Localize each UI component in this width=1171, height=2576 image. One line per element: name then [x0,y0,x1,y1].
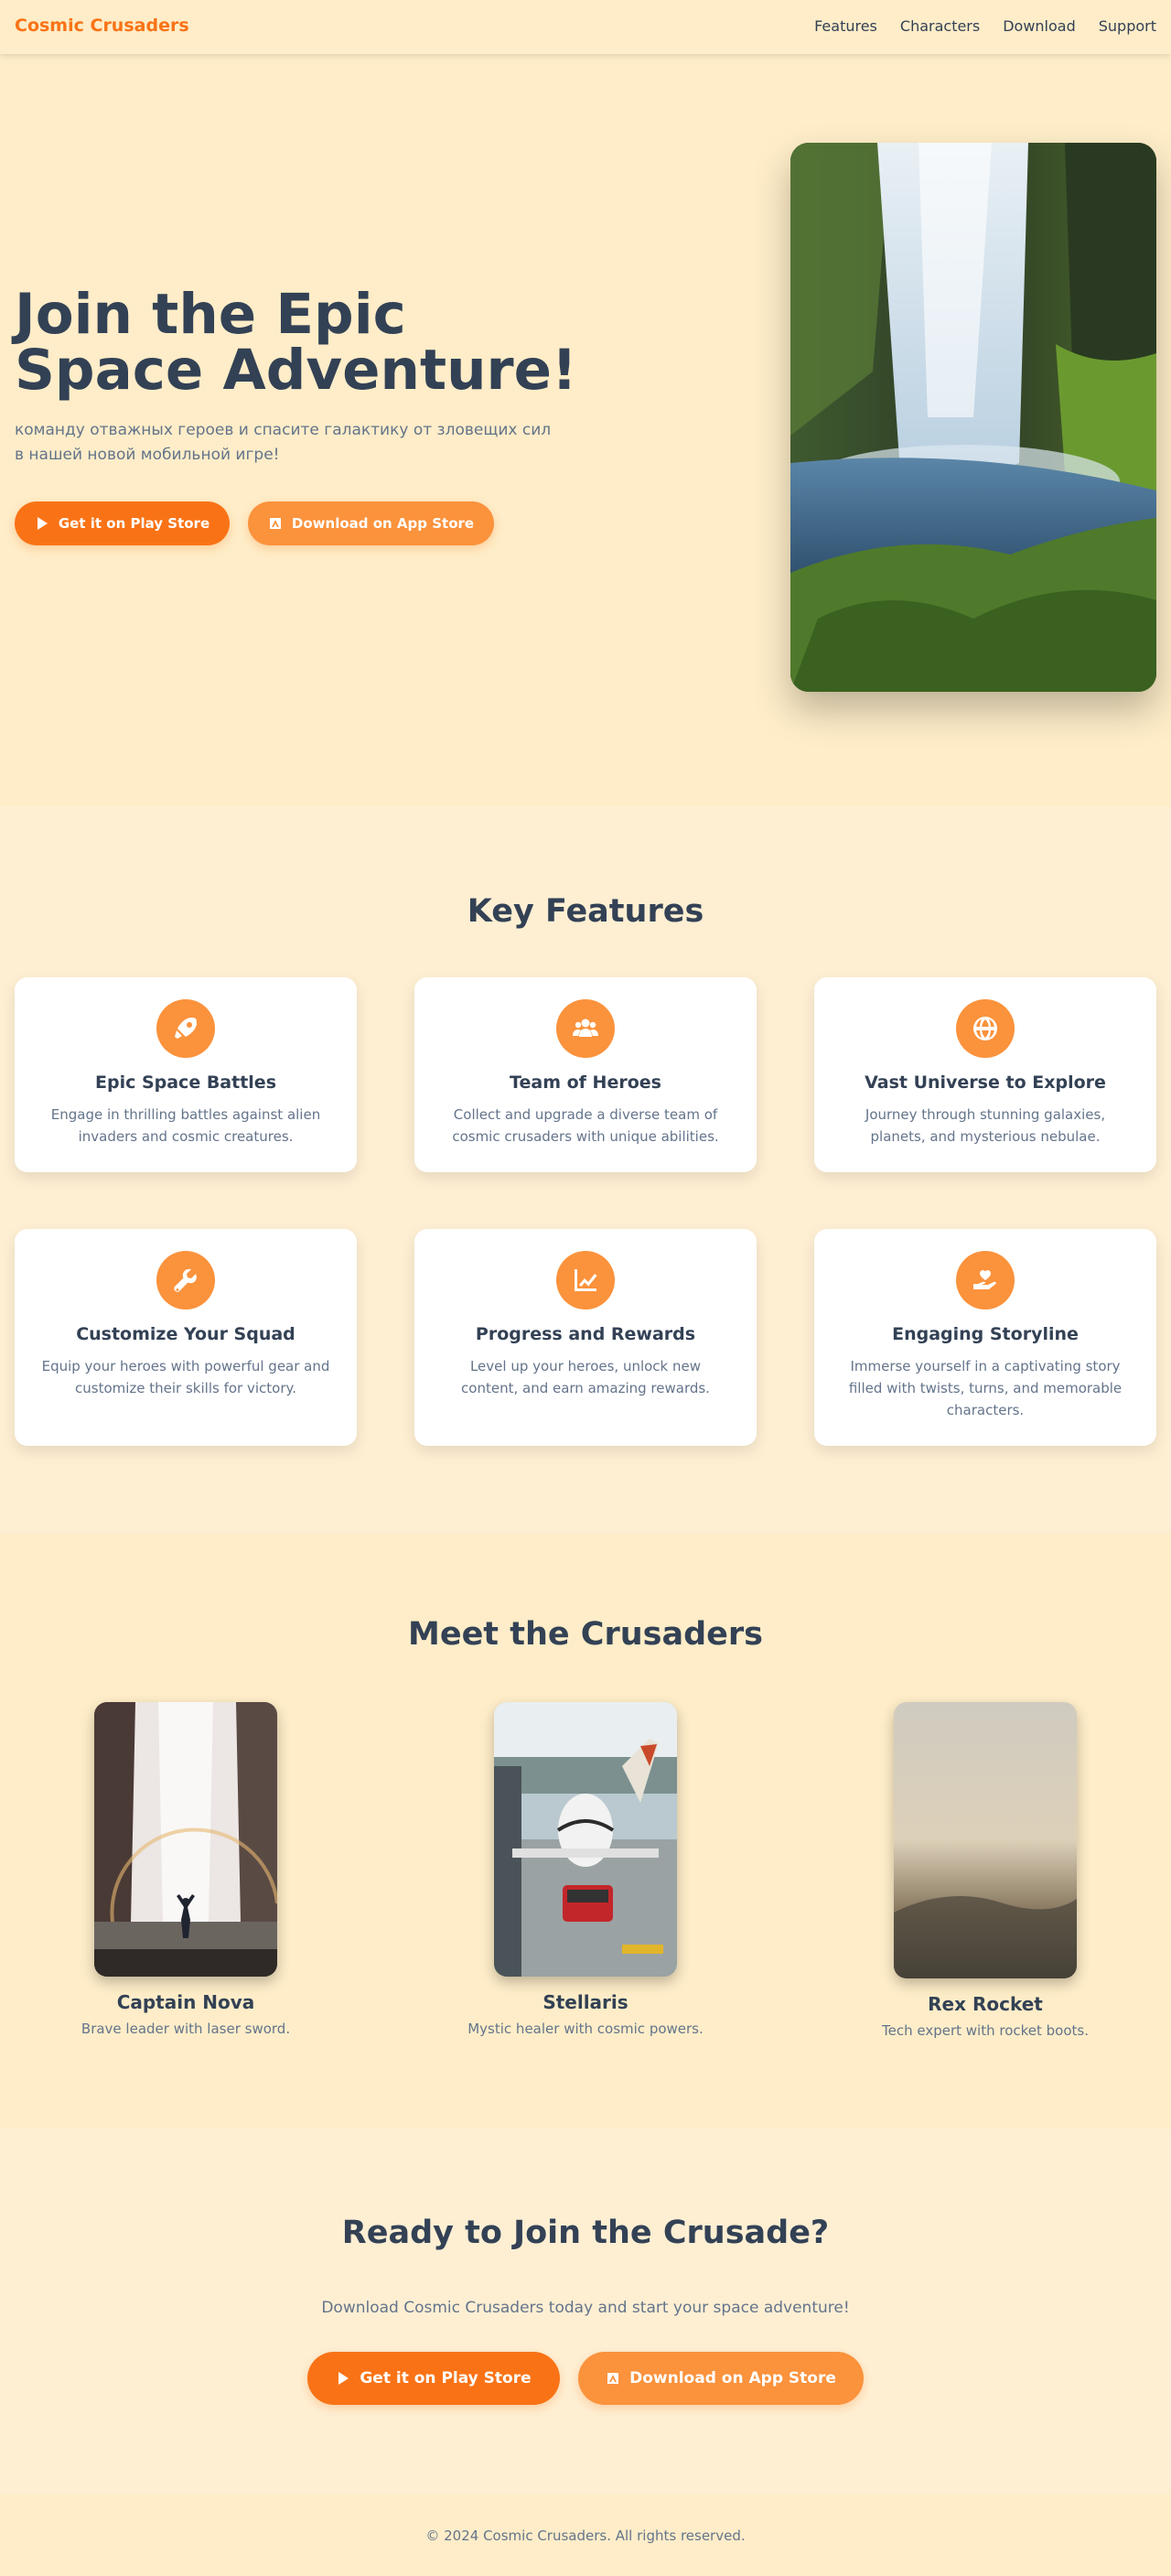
app-store-icon [269,518,281,529]
brand-logo[interactable]: Cosmic Crusaders [15,16,189,36]
hero-play-store-button[interactable]: Get it on Play Store [15,501,230,545]
feature-desc: Journey through stunning galaxies, plane… [865,1106,1106,1145]
feature-desc: Collect and upgrade a diverse team of co… [452,1106,719,1145]
cta-subtitle: Download Cosmic Crusaders today and star… [321,2299,850,2317]
hero-title: Join the Epic Space Adventure! [15,282,577,403]
cta-play-store-label: Get it on Play Store [360,2369,532,2387]
waterfall-picture [790,143,1156,692]
hero-app-store-button[interactable]: Download on App Store [248,501,494,545]
nav-link-support[interactable]: Support [1099,17,1156,35]
globe-icon [956,999,1015,1058]
rocket-icon [156,999,215,1058]
play-icon [37,517,48,530]
feature-card: Team of Heroes Collect and upgrade a div… [414,977,757,1172]
airplane-picture [494,1702,677,1977]
feature-title: Vast Universe to Explore [865,1072,1106,1093]
cta-section: Ready to Join the Crusade? Download Cosm… [0,2129,1171,2495]
captain-nova-image [94,1702,277,1977]
features-section: Key Features Epic Space Battles Engage i… [0,806,1171,1534]
nav-link-download[interactable]: Download [1003,17,1076,35]
stellaris-image [494,1702,677,1977]
feature-card: Customize Your Squad Equip your heroes w… [15,1229,357,1446]
app-store-icon [607,2373,619,2384]
feature-desc: Engage in thrilling battles against alie… [50,1106,321,1145]
feature-title: Team of Heroes [510,1072,661,1093]
nav-link-characters[interactable]: Characters [900,17,980,35]
rex-rocket-image [894,1702,1077,1978]
play-icon [338,2372,349,2385]
nav-links: Features Characters Download Support [814,17,1156,35]
feature-card: Epic Space Battles Engage in thrilling b… [15,977,357,1172]
features-title: Key Features [467,893,704,930]
hero-waterfall-image [790,143,1156,692]
users-icon [556,999,615,1058]
cta-title: Ready to Join the Crusade? [341,2215,830,2251]
character-name: Captain Nova [116,1991,255,2013]
cta-play-store-button[interactable]: Get it on Play Store [307,2352,560,2405]
character-desc: Mystic healer with cosmic powers. [467,2021,704,2037]
hero-app-store-label: Download on App Store [291,515,475,532]
feature-card: Vast Universe to Explore Journey through… [814,977,1156,1172]
footer-copyright: © 2024 Cosmic Crusaders. All rights rese… [425,2527,746,2544]
feature-title: Epic Space Battles [94,1072,276,1093]
footer: © 2024 Cosmic Crusaders. All rights rese… [0,2495,1171,2576]
misty-landscape-picture [894,1702,1077,1978]
character-name: Rex Rocket [928,1993,1043,2015]
feature-card: Progress and Rewards Level up your heroe… [414,1229,757,1446]
hand-heart-icon [956,1251,1015,1310]
crusaders-section: Meet the Crusaders Captain Nova Brave le… [0,1534,1171,2129]
crusaders-title: Meet the Crusaders [408,1616,763,1653]
feature-title: Engaging Storyline [892,1324,1079,1344]
waterfall-rainbow-picture [94,1702,277,1977]
feature-desc: Equip your heroes with powerful gear and… [41,1358,330,1396]
feature-title: Customize Your Squad [76,1324,295,1344]
wrench-icon [156,1251,215,1310]
feature-title: Progress and Rewards [475,1324,696,1344]
chart-line-icon [556,1251,615,1310]
nav-link-features[interactable]: Features [814,17,877,35]
character-desc: Tech expert with rocket boots. [882,2022,1089,2039]
hero-play-store-label: Get it on Play Store [58,515,210,532]
feature-desc: Immerse yourself in a captivating story … [848,1358,1123,1418]
feature-desc: Level up your heroes, unlock new content… [461,1358,710,1396]
hero-subtitle: команду отважных героев и спасите галакт… [15,421,552,464]
cta-app-store-button[interactable]: Download on App Store [578,2352,864,2405]
character-desc: Brave leader with laser sword. [81,2021,291,2037]
feature-card: Engaging Storyline Immerse yourself in a… [814,1229,1156,1446]
hero-section: Join the Epic Space Adventure! команду о… [0,54,1171,806]
top-navbar: Cosmic Crusaders Features Characters Dow… [0,0,1171,54]
character-name: Stellaris [543,1991,628,2013]
cta-app-store-label: Download on App Store [629,2369,836,2387]
